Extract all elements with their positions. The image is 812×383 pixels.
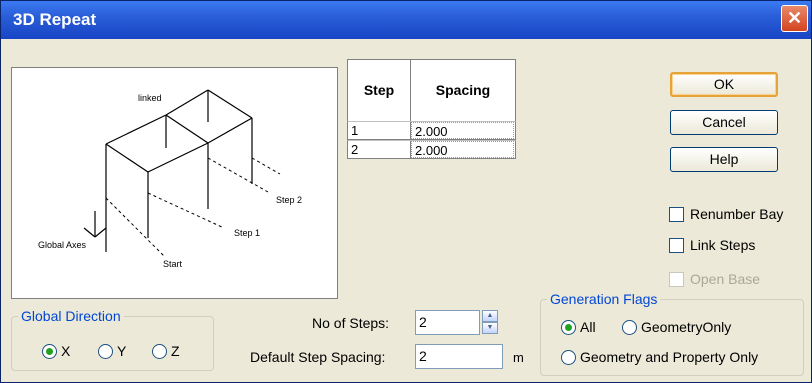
checkbox-box (669, 271, 684, 287)
spin-down-icon[interactable]: ▼ (482, 322, 498, 334)
no-of-steps-input[interactable]: 2 (415, 310, 480, 335)
cancel-button[interactable]: Cancel (670, 110, 778, 135)
column-header-step[interactable]: Step (348, 60, 411, 121)
radio-y[interactable]: Y (98, 343, 126, 359)
window-title: 3D Repeat (13, 10, 97, 29)
radio-button[interactable] (152, 343, 167, 359)
link-steps-label: Link Steps (690, 237, 756, 253)
ok-button[interactable]: OK (670, 72, 778, 97)
checkbox-box[interactable] (669, 206, 684, 222)
radio-z[interactable]: Z (152, 343, 180, 359)
generation-flags-legend: Generation Flags (547, 291, 661, 307)
radio-button[interactable] (561, 319, 576, 335)
label-global-axes: Global Axes (38, 240, 87, 250)
dialog-window: 3D Repeat ✕ linked Step 2 Step 1 Global … (0, 0, 812, 383)
radio-geometry-and-property-only-label: Geometry and Property Only (580, 349, 759, 365)
radio-button[interactable] (561, 349, 576, 365)
generation-flags-group: Generation Flags All GeometryOnly Geomet… (540, 291, 804, 376)
radio-geometry-and-property-only[interactable]: Geometry and Property Only (561, 349, 758, 365)
global-direction-group: Global Direction X Y Z (11, 308, 214, 371)
default-step-spacing-label: Default Step Spacing: (250, 349, 386, 365)
frame-preview: linked Step 2 Step 1 Global Axes Start (11, 67, 338, 299)
frame-preview-drawing: linked Step 2 Step 1 Global Axes Start (38, 89, 302, 269)
renumber-bay-checkbox[interactable]: Renumber Bay (669, 206, 783, 222)
cell-spacing[interactable]: 2.000 (411, 141, 514, 158)
radio-y-label: Y (117, 343, 127, 359)
step-spacing-grid: Step Spacing 1 2.000 2 2.000 (347, 59, 516, 159)
label-linked: linked (138, 93, 162, 103)
grid-header: Step Spacing (347, 59, 516, 121)
spacing-unit-label: m (513, 350, 524, 365)
radio-x[interactable]: X (42, 343, 70, 359)
radio-z-label: Z (171, 343, 180, 359)
radio-all[interactable]: All (561, 319, 596, 335)
spin-up-icon[interactable]: ▲ (482, 310, 498, 322)
label-step-1: Step 1 (234, 228, 260, 238)
link-steps-checkbox[interactable]: Link Steps (669, 237, 755, 253)
radio-x-label: X (61, 343, 71, 359)
radio-button[interactable] (622, 319, 637, 335)
title-bar[interactable]: 3D Repeat ✕ (1, 1, 811, 39)
radio-geometry-only-label: GeometryOnly (641, 319, 732, 335)
help-button[interactable]: Help (670, 147, 778, 172)
cell-step: 1 (348, 122, 411, 139)
default-step-spacing-input[interactable]: 2 (415, 344, 503, 369)
table-row[interactable]: 2 2.000 (347, 140, 516, 159)
table-row[interactable]: 1 2.000 (347, 121, 516, 140)
radio-button[interactable] (98, 343, 113, 359)
open-base-label: Open Base (690, 271, 761, 287)
radio-all-label: All (580, 319, 596, 335)
column-header-spacing[interactable]: Spacing (411, 60, 515, 121)
no-of-steps-spinner[interactable]: ▲ ▼ (482, 310, 498, 335)
cell-step: 2 (348, 141, 411, 158)
close-icon[interactable]: ✕ (781, 5, 808, 32)
label-step-2: Step 2 (276, 195, 302, 205)
radio-geometry-only[interactable]: GeometryOnly (622, 319, 731, 335)
checkbox-box[interactable] (669, 237, 684, 253)
global-direction-legend: Global Direction (18, 308, 124, 324)
label-start: Start (163, 259, 183, 269)
cell-spacing[interactable]: 2.000 (411, 122, 514, 139)
dialog-body: linked Step 2 Step 1 Global Axes Start S… (1, 39, 811, 382)
open-base-checkbox: Open Base (669, 271, 760, 287)
renumber-bay-label: Renumber Bay (690, 206, 784, 222)
radio-button[interactable] (42, 343, 57, 359)
no-of-steps-label: No of Steps: (312, 315, 390, 331)
